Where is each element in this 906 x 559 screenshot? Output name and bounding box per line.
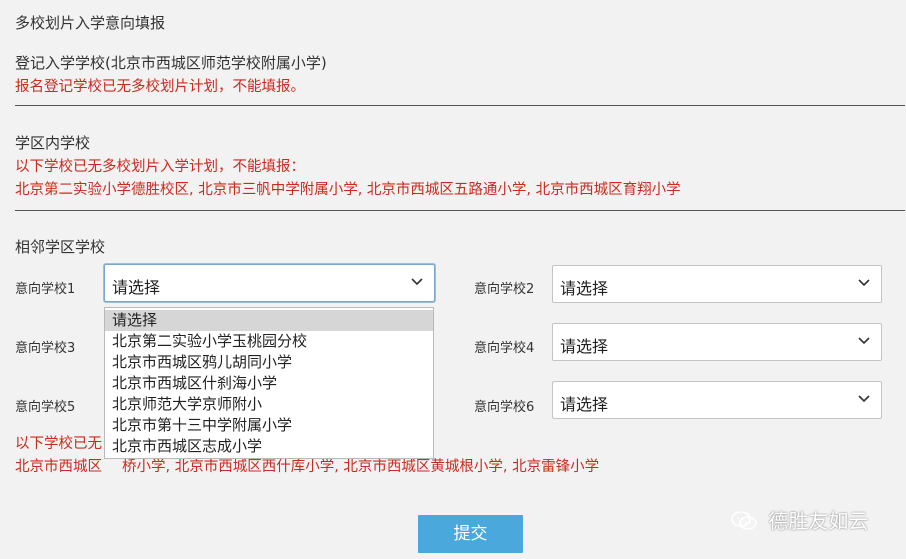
intent-school-4-label: 意向学校4 <box>474 341 535 356</box>
adjacent-schools-heading: 相邻学区学校 <box>15 238 106 256</box>
intent-school-4-select[interactable]: 请选择 <box>552 323 882 361</box>
dropdown-option[interactable]: 北京第二实验小学玉桃园分校 <box>105 331 433 352</box>
intent-school-1-select[interactable]: 请选择 <box>104 264 435 302</box>
district-warning-line2: 北京第二实验小学德胜校区, 北京市三帆中学附属小学, 北京市西城区五路通小学, … <box>15 182 681 198</box>
intent-school-6-select[interactable]: 请选择 <box>552 381 882 419</box>
intent-school-4-value: 请选择 <box>560 337 609 356</box>
intent-school-1-dropdown: 请选择 北京第二实验小学玉桃园分校 北京市西城区鸦儿胡同小学 北京市西城区什刹海… <box>104 307 434 459</box>
chevron-down-icon <box>858 337 870 345</box>
watermark: 德胜友如云 <box>730 505 868 534</box>
district-warning-line1: 以下学校已无多校划片入学计划，不能填报： <box>15 159 305 175</box>
wechat-icon <box>731 511 757 530</box>
intent-school-2-label: 意向学校2 <box>474 282 535 297</box>
dropdown-option[interactable]: 北京市第十三中学附属小学 <box>105 415 433 436</box>
chevron-down-icon <box>858 279 870 287</box>
intent-school-5-label: 意向学校5 <box>15 400 76 415</box>
dropdown-option[interactable]: 北京师范大学京师附小 <box>105 394 433 415</box>
intent-school-2-select[interactable]: 请选择 <box>552 265 882 303</box>
intent-school-3-label: 意向学校3 <box>15 341 76 356</box>
registered-school-warning: 报名登记学校已无多校划片计划，不能填报。 <box>15 79 305 95</box>
chevron-down-icon <box>858 395 870 403</box>
registered-school-heading: 登记入学学校(北京市西城区师范学校附属小学) <box>15 54 327 72</box>
intent-school-6-value: 请选择 <box>560 395 609 414</box>
district-schools-heading: 学区内学校 <box>15 134 91 152</box>
page-title: 多校划片入学意向填报 <box>15 14 166 32</box>
submit-button[interactable]: 提交 <box>418 515 523 553</box>
dropdown-option[interactable]: 北京市西城区鸦儿胡同小学 <box>105 352 433 373</box>
adjacent-warning-line1: 以下学校已无 <box>15 436 102 452</box>
intent-school-2-value: 请选择 <box>560 279 609 298</box>
section-divider <box>15 210 905 211</box>
dropdown-option[interactable]: 北京市西城区什刹海小学 <box>105 373 433 394</box>
dropdown-option[interactable]: 北京市西城区志成小学 <box>105 436 433 457</box>
adjacent-warning-line2-start: 北京市西城区 <box>15 459 102 475</box>
section-divider <box>15 105 905 106</box>
chevron-down-icon <box>411 278 423 286</box>
intent-school-6-label: 意向学校6 <box>474 400 535 415</box>
watermark-text: 德胜友如云 <box>768 509 869 533</box>
intent-school-1-value: 请选择 <box>112 278 161 297</box>
intent-school-1-label: 意向学校1 <box>15 282 76 297</box>
dropdown-option[interactable]: 请选择 <box>105 310 433 331</box>
